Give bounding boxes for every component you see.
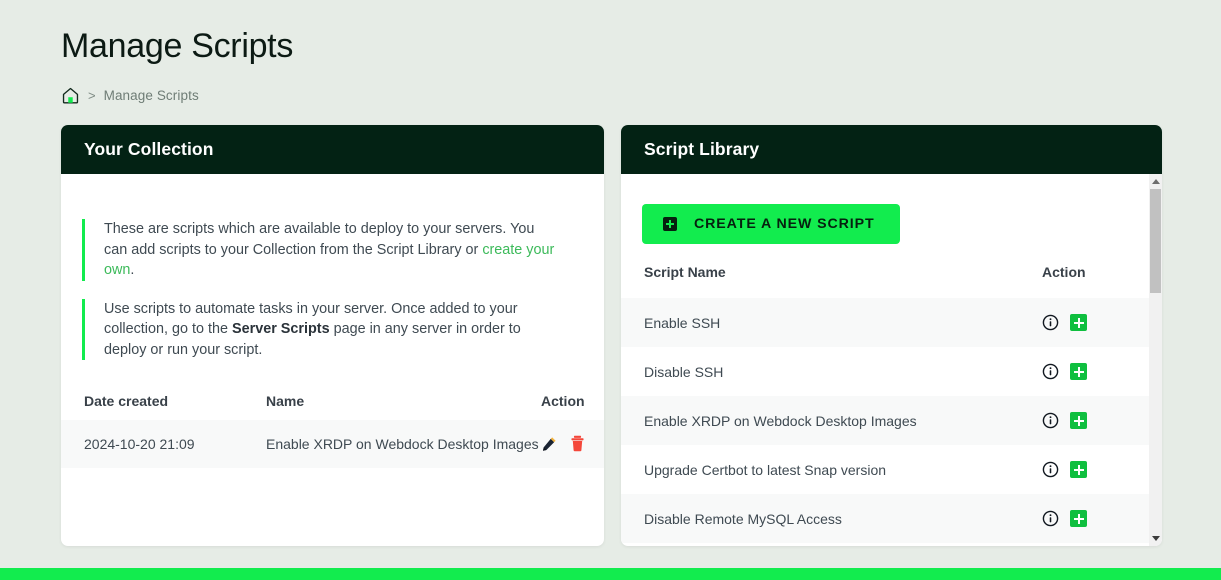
bottom-accent-bar (0, 568, 1221, 580)
add-script-button[interactable] (1070, 510, 1087, 527)
add-script-button[interactable] (1070, 412, 1087, 429)
note-1-text: These are scripts which are available to… (104, 221, 534, 258)
home-icon[interactable] (61, 86, 80, 105)
library-header-action: Action (1042, 264, 1162, 298)
table-row[interactable]: Disable SSH (621, 347, 1162, 396)
library-table-body: Enable SSH (621, 298, 1162, 543)
page-title: Manage Scripts (61, 24, 293, 68)
collection-header-name: Name (266, 384, 541, 420)
library-scrollbar[interactable] (1149, 174, 1162, 546)
pencil-icon[interactable] (541, 435, 558, 452)
create-button-wrap: CREATE A NEW SCRIPT (621, 174, 1162, 244)
add-script-button[interactable] (1070, 314, 1087, 331)
library-table-header: Script Name Action (621, 264, 1162, 298)
table-row[interactable]: Upgrade Certbot to latest Snap version (621, 445, 1162, 494)
library-header-script-name: Script Name (621, 264, 1042, 298)
table-row[interactable]: Enable SSH (621, 298, 1162, 347)
plus-square-icon (663, 217, 677, 231)
library-cell-action (1042, 347, 1162, 396)
create-a-new-script-button[interactable]: CREATE A NEW SCRIPT (642, 204, 900, 244)
collection-header-action: Action (541, 384, 604, 420)
breadcrumb: > Manage Scripts (61, 84, 199, 106)
library-cell-action (1042, 298, 1162, 347)
script-library-panel: Script Library CREATE A NEW SCRIPT Scrip… (621, 125, 1162, 546)
library-panel-header: Script Library (621, 125, 1162, 174)
collection-cell-date: 2024-10-20 21:09 (61, 420, 266, 468)
info-circle-icon[interactable] (1042, 412, 1059, 429)
your-collection-panel: Your Collection These are scripts which … (61, 125, 604, 546)
collection-panel-title: Your Collection (84, 139, 214, 160)
collection-table-body: 2024-10-20 21:09 Enable XRDP on Webdock … (61, 420, 604, 468)
script-library-table: Script Name Action Enable SSH (621, 264, 1162, 543)
collection-table: Date created Name Action 2024-10-20 21:0… (61, 384, 604, 468)
collection-header-row: Date created Name Action (61, 384, 604, 420)
library-cell-action (1042, 494, 1162, 543)
library-panel-title: Script Library (644, 139, 759, 160)
library-cell-action (1042, 396, 1162, 445)
info-circle-icon[interactable] (1042, 461, 1059, 478)
collection-cell-name: Enable XRDP on Webdock Desktop Images (266, 420, 541, 468)
collection-header-date: Date created (61, 384, 266, 420)
library-panel-body: CREATE A NEW SCRIPT Script Name Action E… (621, 174, 1162, 546)
trash-icon[interactable] (570, 435, 585, 452)
create-button-label: CREATE A NEW SCRIPT (694, 216, 875, 232)
library-cell-name: Enable SSH (621, 298, 1042, 347)
library-cell-name: Enable XRDP on Webdock Desktop Images (621, 396, 1042, 445)
note-1-text-after: . (130, 262, 134, 278)
collection-panel-body: These are scripts which are available to… (61, 174, 604, 546)
info-circle-icon[interactable] (1042, 314, 1059, 331)
collection-note-2: Use scripts to automate tasks in your se… (82, 299, 557, 361)
library-cell-name: Disable SSH (621, 347, 1042, 396)
info-circle-icon[interactable] (1042, 363, 1059, 380)
collection-table-header: Date created Name Action (61, 384, 604, 420)
add-script-button[interactable] (1070, 461, 1087, 478)
table-row[interactable]: 2024-10-20 21:09 Enable XRDP on Webdock … (61, 420, 604, 468)
library-cell-name: Disable Remote MySQL Access (621, 494, 1042, 543)
library-cell-action (1042, 445, 1162, 494)
collection-notes: These are scripts which are available to… (61, 174, 604, 360)
collection-cell-action (541, 420, 604, 468)
server-scripts-emphasis: Server Scripts (232, 321, 330, 337)
table-row[interactable]: Disable Remote MySQL Access (621, 494, 1162, 543)
breadcrumb-current: Manage Scripts (104, 88, 199, 103)
scrollbar-thumb[interactable] (1150, 189, 1161, 293)
collection-panel-header: Your Collection (61, 125, 604, 174)
collection-note-1: These are scripts which are available to… (82, 219, 557, 281)
chevron-up-icon[interactable] (1152, 179, 1160, 184)
table-row[interactable]: Enable XRDP on Webdock Desktop Images (621, 396, 1162, 445)
info-circle-icon[interactable] (1042, 510, 1059, 527)
breadcrumb-separator: > (88, 89, 96, 102)
add-script-button[interactable] (1070, 363, 1087, 380)
library-header-row: Script Name Action (621, 264, 1162, 298)
library-cell-name: Upgrade Certbot to latest Snap version (621, 445, 1042, 494)
chevron-down-icon[interactable] (1152, 536, 1160, 541)
